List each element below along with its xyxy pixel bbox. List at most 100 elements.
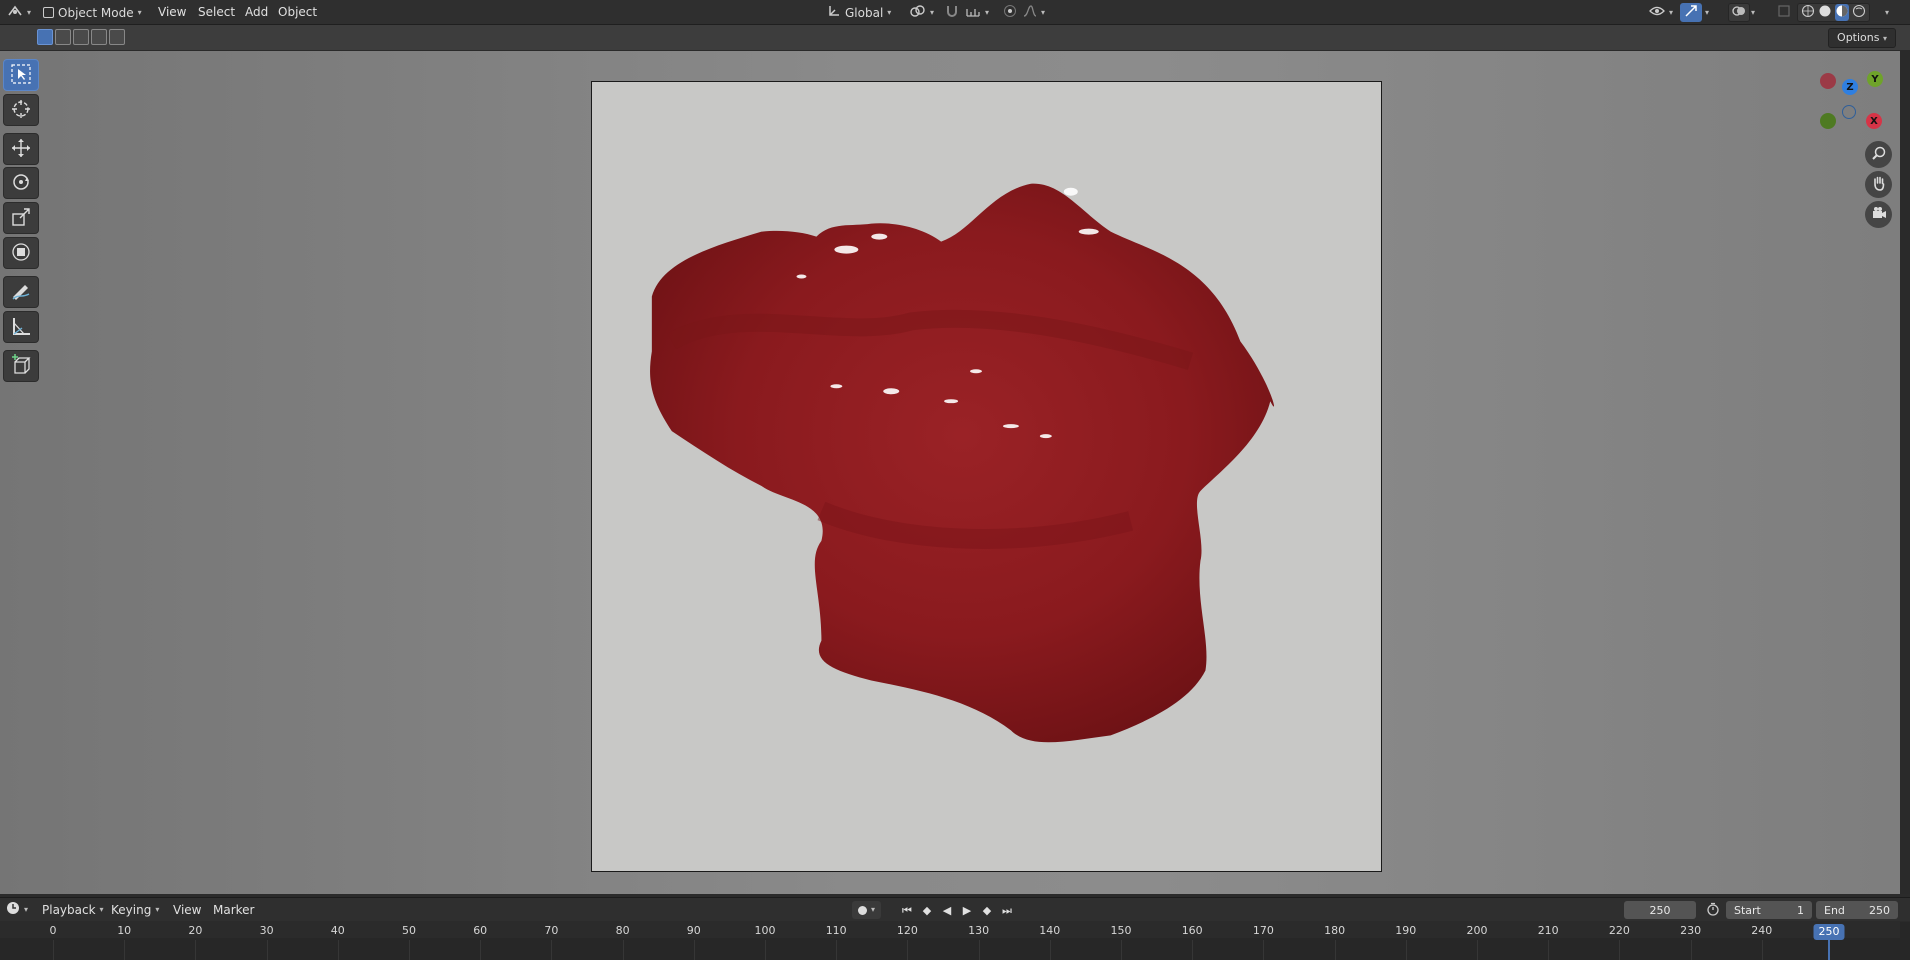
move-tool[interactable] [3,133,39,165]
jump-end-button[interactable]: ⏭ [998,902,1016,919]
y-axis-handle[interactable]: Y [1867,71,1883,87]
play-reverse-button[interactable]: ◀ [938,902,956,919]
preview-range-toggle[interactable] [1704,902,1722,919]
jump-start-button[interactable]: ⏮ [898,902,916,919]
start-frame-value: 1 [1797,903,1804,917]
prev-keyframe-icon: ◆ [922,904,932,917]
pivot-selector[interactable]: ▾ [905,3,939,22]
neg-z-axis-handle[interactable] [1842,105,1856,119]
frame-tick-line [765,940,766,960]
chevron-down-icon: ▾ [1041,8,1046,17]
frame-tick-label: 40 [330,924,345,937]
options-button[interactable]: Options ▾ [1828,28,1896,48]
end-frame-field[interactable]: End 250 [1816,901,1898,919]
frame-tick-line [1334,940,1336,960]
chevron-down-icon: ▾ [24,905,29,914]
editor-type-selector[interactable]: ▾ [2,3,36,22]
mode-selector[interactable]: Object Mode ▾ [38,3,147,22]
auto-keying-toggle[interactable]: ▾ [852,901,882,919]
gizmo-options[interactable]: ▾ [1700,3,1714,22]
frame-tick-label: 210 [1537,924,1559,937]
snap-increment-icon [965,4,981,21]
chevron-down-icon: ▾ [1705,8,1710,17]
select-subtract-icon[interactable] [73,29,89,45]
rendered-shading-icon[interactable] [1852,4,1866,21]
frame-tick-label: 200 [1466,924,1488,937]
playhead-frame-label[interactable]: 250 [1813,924,1845,940]
menu-timeline-view[interactable]: View [169,901,205,919]
chevron-down-icon: ▾ [137,8,142,17]
end-frame-value: 250 [1869,903,1890,917]
current-frame-field[interactable]: 250 [1624,901,1696,919]
timeline-ruler[interactable]: 250 0 10 20 30 40 50 60 70 80 90 100 110 120 130 140 15… [0,922,1910,960]
z-axis-handle[interactable]: Z [1842,79,1858,95]
menu-select[interactable]: Select [193,3,240,22]
chevron-down-icon: ▾ [930,8,935,17]
camera-view-button[interactable] [1865,201,1892,228]
timeline-editor-selector[interactable]: ▾ [2,901,32,919]
x-axis-handle[interactable]: X [1866,113,1882,129]
select-intersect-icon[interactable] [109,29,125,45]
stopwatch-icon [1706,902,1720,919]
frame-tick-line [337,940,339,960]
measure-tool[interactable] [3,311,39,343]
xray-toggle[interactable] [1772,3,1796,22]
add-cube-tool[interactable] [3,350,39,382]
frame-tick-label: 110 [825,924,847,937]
rotate-tool[interactable] [3,167,39,199]
hand-icon [1871,175,1887,194]
mode-label: Object Mode [58,5,134,20]
shading-options[interactable]: ▾ [1880,3,1894,22]
frame-tick-label: 70 [544,924,559,937]
crosshair-icon [10,98,32,123]
play-button[interactable]: ▶ [958,902,976,919]
playback-label: Playback [42,903,96,917]
frame-tick-label: 90 [686,924,701,937]
pivot-icon [910,4,926,21]
select-new-icon[interactable] [37,29,53,45]
cursor-tool[interactable] [3,94,39,126]
camera-icon [1871,205,1887,224]
frame-tick-line [1619,940,1621,960]
viewport-scrollbar[interactable] [1900,51,1910,894]
scale-tool[interactable] [3,202,39,234]
menu-marker[interactable]: Marker [209,901,258,919]
menu-object[interactable]: Object [273,3,322,22]
orientation-selector[interactable]: Global ▾ [822,3,896,22]
prev-keyframe-button[interactable]: ◆ [918,902,936,919]
chevron-down-icon: ▾ [27,8,32,17]
red-blob-object[interactable] [592,82,1381,871]
menu-playback[interactable]: Playback ▾ [38,901,108,919]
cube-add-icon [10,353,32,379]
menu-keying[interactable]: Keying ▾ [107,901,163,919]
neg-y-axis-handle[interactable] [1820,113,1836,129]
next-keyframe-button[interactable]: ◆ [978,902,996,919]
transform-tool[interactable] [3,237,39,269]
frame-tick-line [622,940,624,960]
select-extend-icon[interactable] [55,29,71,45]
playhead-line[interactable] [1828,940,1830,960]
frame-tick-label: 30 [259,924,274,937]
zoom-button[interactable] [1865,141,1892,168]
snap-target-selector[interactable]: ▾ [960,3,994,22]
pan-button[interactable] [1865,171,1892,198]
chevron-down-icon: ▾ [99,905,104,914]
3d-viewport[interactable]: Y Z X [0,51,1900,894]
select-box-tool[interactable] [3,59,39,91]
wireframe-shading-icon[interactable] [1801,4,1815,21]
start-frame-field[interactable]: Start 1 [1726,901,1812,919]
annotate-tool[interactable] [3,276,39,308]
frame-tick-label: 230 [1680,924,1702,937]
proportional-edit-icon [1003,4,1017,21]
frame-tick-label: 60 [473,924,488,937]
visibility-selector[interactable]: ▾ [1644,3,1678,22]
select-invert-icon[interactable] [91,29,107,45]
menu-view[interactable]: View [153,3,191,22]
overlays-options[interactable]: ▾ [1746,3,1760,22]
menu-add[interactable]: Add [240,3,273,22]
gizmo-toggle[interactable] [1680,3,1702,22]
falloff-selector[interactable]: ▾ [1018,3,1050,22]
solid-shading-icon[interactable] [1818,4,1832,21]
material-shading-icon[interactable] [1835,4,1849,21]
neg-x-axis-handle[interactable] [1820,73,1836,89]
